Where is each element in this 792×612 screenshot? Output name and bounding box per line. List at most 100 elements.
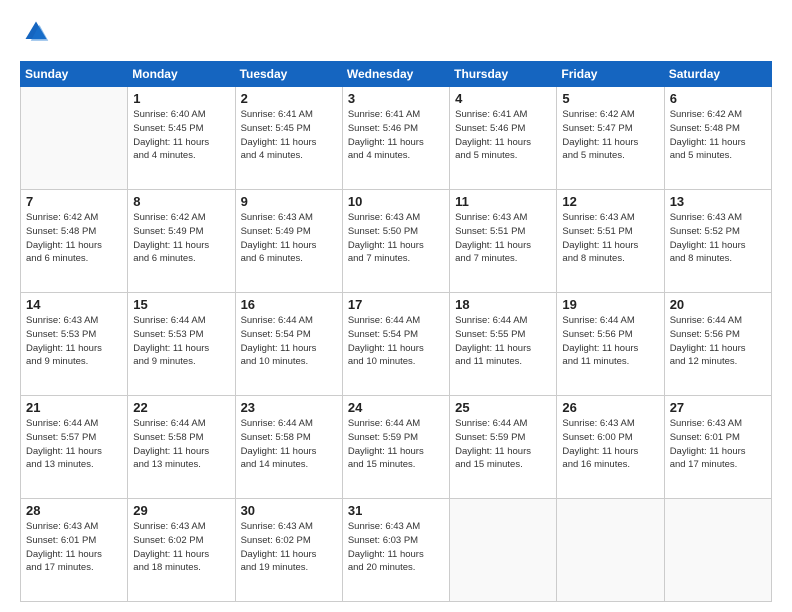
calendar-cell: 29Sunrise: 6:43 AM Sunset: 6:02 PM Dayli…	[128, 499, 235, 602]
calendar-cell: 31 Sunrise: 6:43 AM Sunset: 6:03 PM Dayli…	[342, 499, 449, 602]
calendar-cell: 17 Sunrise: 6:44 AM Sunset: 5:54 PM Dayli…	[342, 293, 449, 396]
calendar-cell: 28Sunrise: 6:43 AM Sunset: 6:01 PM Dayli…	[21, 499, 128, 602]
weekday-header-monday: Monday	[128, 62, 235, 87]
day-number: 12	[562, 194, 659, 209]
day-info: Sunrise: 6:43 AM Sunset: 5:50 PM Dayligh…	[348, 211, 445, 266]
day-number: 22	[133, 400, 230, 415]
day-number: 13	[670, 194, 767, 209]
calendar-week-2: 7Sunrise: 6:42 AM Sunset: 5:48 PM Daylig…	[21, 190, 772, 293]
day-info: Sunrise: 6:44 AM Sunset: 5:58 PM Dayligh…	[133, 417, 230, 472]
day-number: 21	[26, 400, 123, 415]
calendar-cell: 30 Sunrise: 6:43 AM Sunset: 6:02 PM Dayli…	[235, 499, 342, 602]
calendar-cell: 3 Sunrise: 6:41 AM Sunset: 5:46 PM Daylig…	[342, 87, 449, 190]
calendar-cell: 1 Sunrise: 6:40 AM Sunset: 5:45 PM Daylig…	[128, 87, 235, 190]
weekday-header-row: SundayMondayTuesdayWednesdayThursdayFrid…	[21, 62, 772, 87]
day-number: 4	[455, 91, 552, 106]
day-number: 14	[26, 297, 123, 312]
day-number: 25	[455, 400, 552, 415]
day-info: Sunrise: 6:44 AM Sunset: 5:59 PM Dayligh…	[455, 417, 552, 472]
day-info: Sunrise: 6:41 AM Sunset: 5:45 PM Dayligh…	[241, 108, 338, 163]
day-info: Sunrise: 6:41 AM Sunset: 5:46 PM Dayligh…	[348, 108, 445, 163]
day-number: 3	[348, 91, 445, 106]
weekday-header-sunday: Sunday	[21, 62, 128, 87]
day-info: Sunrise: 6:43 AM Sunset: 6:03 PM Dayligh…	[348, 520, 445, 575]
day-number: 19	[562, 297, 659, 312]
day-info: Sunrise: 6:43 AM Sunset: 5:51 PM Dayligh…	[562, 211, 659, 266]
calendar-cell	[21, 87, 128, 190]
day-info: Sunrise: 6:42 AM Sunset: 5:47 PM Dayligh…	[562, 108, 659, 163]
day-number: 30	[241, 503, 338, 518]
calendar-cell: 18 Sunrise: 6:44 AM Sunset: 5:55 PM Dayli…	[450, 293, 557, 396]
calendar-cell	[450, 499, 557, 602]
calendar-table: SundayMondayTuesdayWednesdayThursdayFrid…	[20, 61, 772, 602]
day-info: Sunrise: 6:43 AM Sunset: 6:02 PM Dayligh…	[241, 520, 338, 575]
day-info: Sunrise: 6:44 AM Sunset: 5:56 PM Dayligh…	[562, 314, 659, 369]
day-number: 18	[455, 297, 552, 312]
calendar-week-5: 28Sunrise: 6:43 AM Sunset: 6:01 PM Dayli…	[21, 499, 772, 602]
calendar-cell: 6 Sunrise: 6:42 AM Sunset: 5:48 PM Daylig…	[664, 87, 771, 190]
day-number: 2	[241, 91, 338, 106]
day-number: 16	[241, 297, 338, 312]
calendar-cell: 12 Sunrise: 6:43 AM Sunset: 5:51 PM Dayli…	[557, 190, 664, 293]
day-info: Sunrise: 6:43 AM Sunset: 5:52 PM Dayligh…	[670, 211, 767, 266]
calendar-cell: 26 Sunrise: 6:43 AM Sunset: 6:00 PM Dayli…	[557, 396, 664, 499]
calendar-cell: 13 Sunrise: 6:43 AM Sunset: 5:52 PM Dayli…	[664, 190, 771, 293]
day-info: Sunrise: 6:43 AM Sunset: 5:53 PM Dayligh…	[26, 314, 123, 369]
day-number: 11	[455, 194, 552, 209]
weekday-header-saturday: Saturday	[664, 62, 771, 87]
day-number: 17	[348, 297, 445, 312]
weekday-header-tuesday: Tuesday	[235, 62, 342, 87]
day-info: Sunrise: 6:43 AM Sunset: 6:00 PM Dayligh…	[562, 417, 659, 472]
calendar-cell: 22 Sunrise: 6:44 AM Sunset: 5:58 PM Dayli…	[128, 396, 235, 499]
day-number: 10	[348, 194, 445, 209]
calendar-cell: 7Sunrise: 6:42 AM Sunset: 5:48 PM Daylig…	[21, 190, 128, 293]
day-info: Sunrise: 6:44 AM Sunset: 5:57 PM Dayligh…	[26, 417, 123, 472]
calendar-cell: 15 Sunrise: 6:44 AM Sunset: 5:53 PM Dayli…	[128, 293, 235, 396]
weekday-header-thursday: Thursday	[450, 62, 557, 87]
calendar-cell: 5 Sunrise: 6:42 AM Sunset: 5:47 PM Daylig…	[557, 87, 664, 190]
day-number: 1	[133, 91, 230, 106]
day-info: Sunrise: 6:43 AM Sunset: 5:51 PM Dayligh…	[455, 211, 552, 266]
calendar-cell: 20Sunrise: 6:44 AM Sunset: 5:56 PM Dayli…	[664, 293, 771, 396]
calendar-cell: 4 Sunrise: 6:41 AM Sunset: 5:46 PM Daylig…	[450, 87, 557, 190]
day-info: Sunrise: 6:44 AM Sunset: 5:54 PM Dayligh…	[348, 314, 445, 369]
day-number: 23	[241, 400, 338, 415]
day-number: 9	[241, 194, 338, 209]
calendar-cell: 8Sunrise: 6:42 AM Sunset: 5:49 PM Daylig…	[128, 190, 235, 293]
day-info: Sunrise: 6:42 AM Sunset: 5:48 PM Dayligh…	[670, 108, 767, 163]
page: SundayMondayTuesdayWednesdayThursdayFrid…	[0, 0, 792, 612]
calendar-cell: 24 Sunrise: 6:44 AM Sunset: 5:59 PM Dayli…	[342, 396, 449, 499]
calendar-cell: 16 Sunrise: 6:44 AM Sunset: 5:54 PM Dayli…	[235, 293, 342, 396]
day-number: 6	[670, 91, 767, 106]
day-number: 31	[348, 503, 445, 518]
day-number: 20	[670, 297, 767, 312]
day-info: Sunrise: 6:41 AM Sunset: 5:46 PM Dayligh…	[455, 108, 552, 163]
calendar-cell: 23 Sunrise: 6:44 AM Sunset: 5:58 PM Dayli…	[235, 396, 342, 499]
day-number: 27	[670, 400, 767, 415]
day-number: 5	[562, 91, 659, 106]
calendar-cell	[557, 499, 664, 602]
day-info: Sunrise: 6:43 AM Sunset: 5:49 PM Dayligh…	[241, 211, 338, 266]
day-info: Sunrise: 6:43 AM Sunset: 6:01 PM Dayligh…	[26, 520, 123, 575]
day-info: Sunrise: 6:40 AM Sunset: 5:45 PM Dayligh…	[133, 108, 230, 163]
day-info: Sunrise: 6:44 AM Sunset: 5:55 PM Dayligh…	[455, 314, 552, 369]
calendar-cell: 25 Sunrise: 6:44 AM Sunset: 5:59 PM Dayli…	[450, 396, 557, 499]
day-number: 15	[133, 297, 230, 312]
day-info: Sunrise: 6:44 AM Sunset: 5:54 PM Dayligh…	[241, 314, 338, 369]
weekday-header-friday: Friday	[557, 62, 664, 87]
day-info: Sunrise: 6:44 AM Sunset: 5:58 PM Dayligh…	[241, 417, 338, 472]
day-info: Sunrise: 6:44 AM Sunset: 5:53 PM Dayligh…	[133, 314, 230, 369]
day-number: 7	[26, 194, 123, 209]
calendar-cell	[664, 499, 771, 602]
calendar-week-3: 14 Sunrise: 6:43 AM Sunset: 5:53 PM Dayli…	[21, 293, 772, 396]
calendar-cell: 11 Sunrise: 6:43 AM Sunset: 5:51 PM Dayli…	[450, 190, 557, 293]
calendar-week-4: 21 Sunrise: 6:44 AM Sunset: 5:57 PM Dayli…	[21, 396, 772, 499]
day-number: 26	[562, 400, 659, 415]
calendar-cell: 19 Sunrise: 6:44 AM Sunset: 5:56 PM Dayli…	[557, 293, 664, 396]
day-number: 24	[348, 400, 445, 415]
calendar-cell: 14 Sunrise: 6:43 AM Sunset: 5:53 PM Dayli…	[21, 293, 128, 396]
calendar-cell: 27Sunrise: 6:43 AM Sunset: 6:01 PM Dayli…	[664, 396, 771, 499]
day-info: Sunrise: 6:44 AM Sunset: 5:59 PM Dayligh…	[348, 417, 445, 472]
day-info: Sunrise: 6:43 AM Sunset: 6:02 PM Dayligh…	[133, 520, 230, 575]
weekday-header-wednesday: Wednesday	[342, 62, 449, 87]
